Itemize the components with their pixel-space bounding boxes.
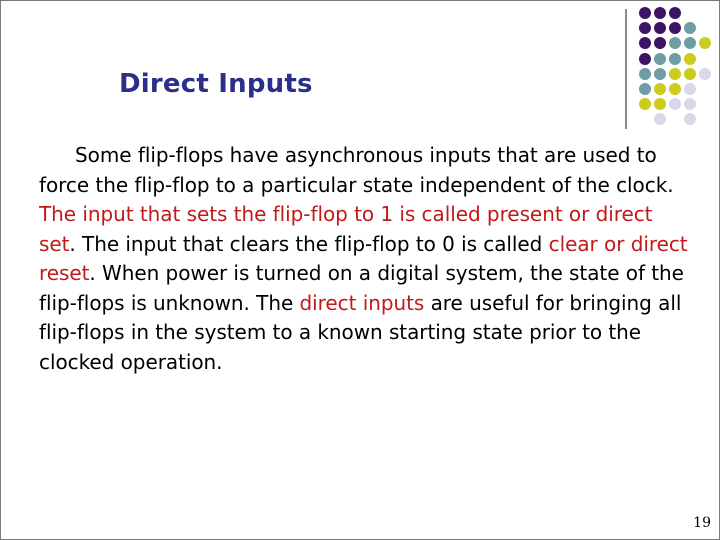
teal-dot — [639, 67, 651, 80]
yellow-dot — [639, 98, 651, 111]
purple-dot — [669, 7, 681, 19]
teal-dot — [669, 37, 681, 50]
teal-dot — [684, 37, 696, 50]
teal-dot — [654, 52, 666, 65]
teal-dot — [639, 83, 651, 95]
purple-dot — [654, 7, 666, 19]
purple-dot — [639, 7, 651, 19]
decorative-dot-grid — [1, 1, 720, 141]
teal-dot — [654, 67, 666, 80]
lavender-dot — [684, 98, 696, 111]
lavender-dot — [699, 67, 711, 80]
lavender-dot — [654, 113, 666, 126]
yellow-dot — [654, 83, 666, 95]
yellow-dot — [654, 98, 666, 111]
highlighted-text: direct inputs — [299, 290, 425, 315]
body-text-run: . The input that clears the flip-flop to… — [69, 231, 549, 256]
purple-dot — [654, 22, 666, 35]
slide-body-paragraph: Some flip-flops have asynchronous inputs… — [39, 141, 689, 377]
page-number: 19 — [693, 515, 711, 531]
purple-dot — [639, 37, 651, 50]
teal-dot — [684, 22, 696, 35]
slide-title: Direct Inputs — [119, 69, 313, 99]
purple-dot — [669, 22, 681, 35]
purple-dot — [654, 37, 666, 50]
yellow-dot — [669, 83, 681, 95]
yellow-dot — [699, 37, 711, 50]
teal-dot — [669, 52, 681, 65]
purple-dot — [639, 22, 651, 35]
yellow-dot — [669, 67, 681, 80]
purple-dot — [639, 52, 651, 65]
lavender-dot — [684, 113, 696, 126]
body-text-run: Some flip-flops have asynchronous inputs… — [39, 143, 674, 197]
slide: Direct Inputs Some flip-flops have async… — [0, 0, 720, 540]
yellow-dot — [684, 52, 696, 65]
lavender-dot — [669, 98, 681, 111]
lavender-dot — [684, 83, 696, 95]
yellow-dot — [684, 67, 696, 80]
